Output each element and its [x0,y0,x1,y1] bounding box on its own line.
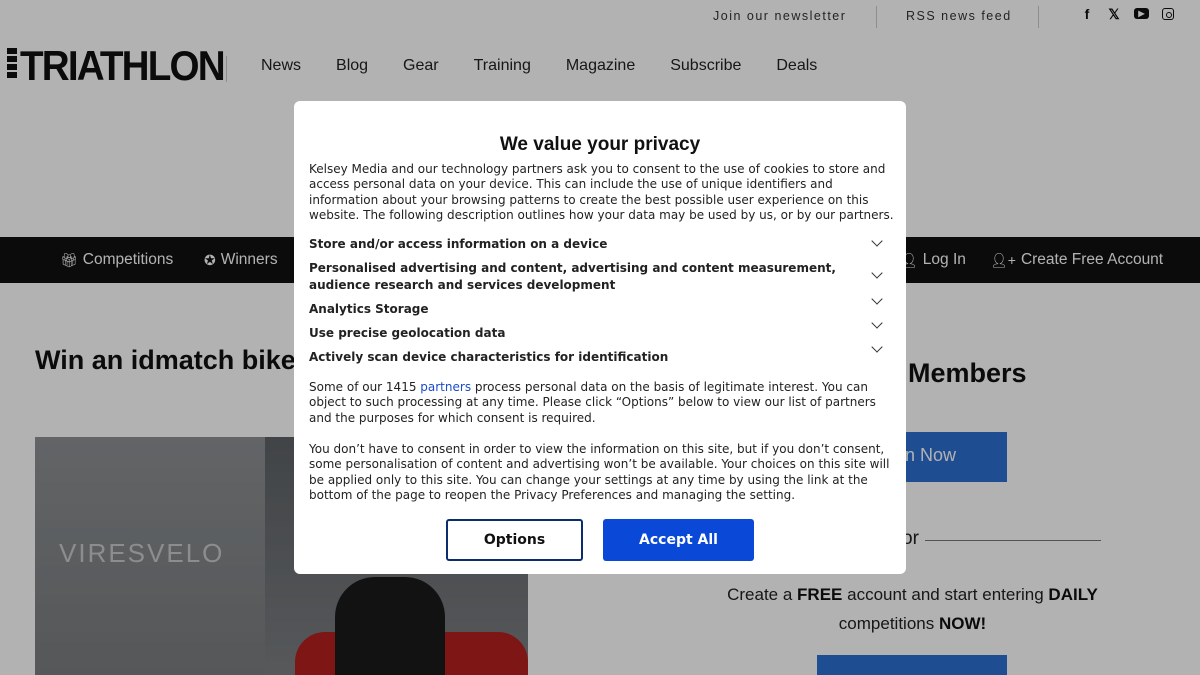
dialog-title: We value your privacy [499,134,701,155]
options-button[interactable]: Options [446,519,583,561]
chevron-down-icon[interactable] [871,293,883,305]
purpose-list: Store and/or access information on a dev… [309,235,889,366]
dialog-intro: Kelsey Media and our technology partners… [309,162,894,222]
purpose-item[interactable]: Analytics Storage [309,293,889,318]
partners-link[interactable]: partners [420,380,471,394]
purpose-item[interactable]: Store and/or access information on a dev… [309,235,889,253]
chevron-down-icon[interactable] [871,235,883,247]
chevron-down-icon[interactable] [871,317,883,329]
accept-all-button[interactable]: Accept All [603,519,754,561]
chevron-down-icon[interactable] [871,267,883,279]
privacy-consent-dialog: We value your privacy Kelsey Media and o… [294,101,906,574]
consent-note: You don’t have to consent in order to vi… [309,442,890,502]
purpose-item[interactable]: Personalised advertising and content, ad… [309,260,889,294]
partners-text: Some of our 1415 partners process person… [309,380,876,425]
purpose-item[interactable]: Actively scan device characteristics for… [309,341,889,366]
chevron-down-icon[interactable] [871,341,883,353]
purpose-item[interactable]: Use precise geolocation data [309,317,889,342]
